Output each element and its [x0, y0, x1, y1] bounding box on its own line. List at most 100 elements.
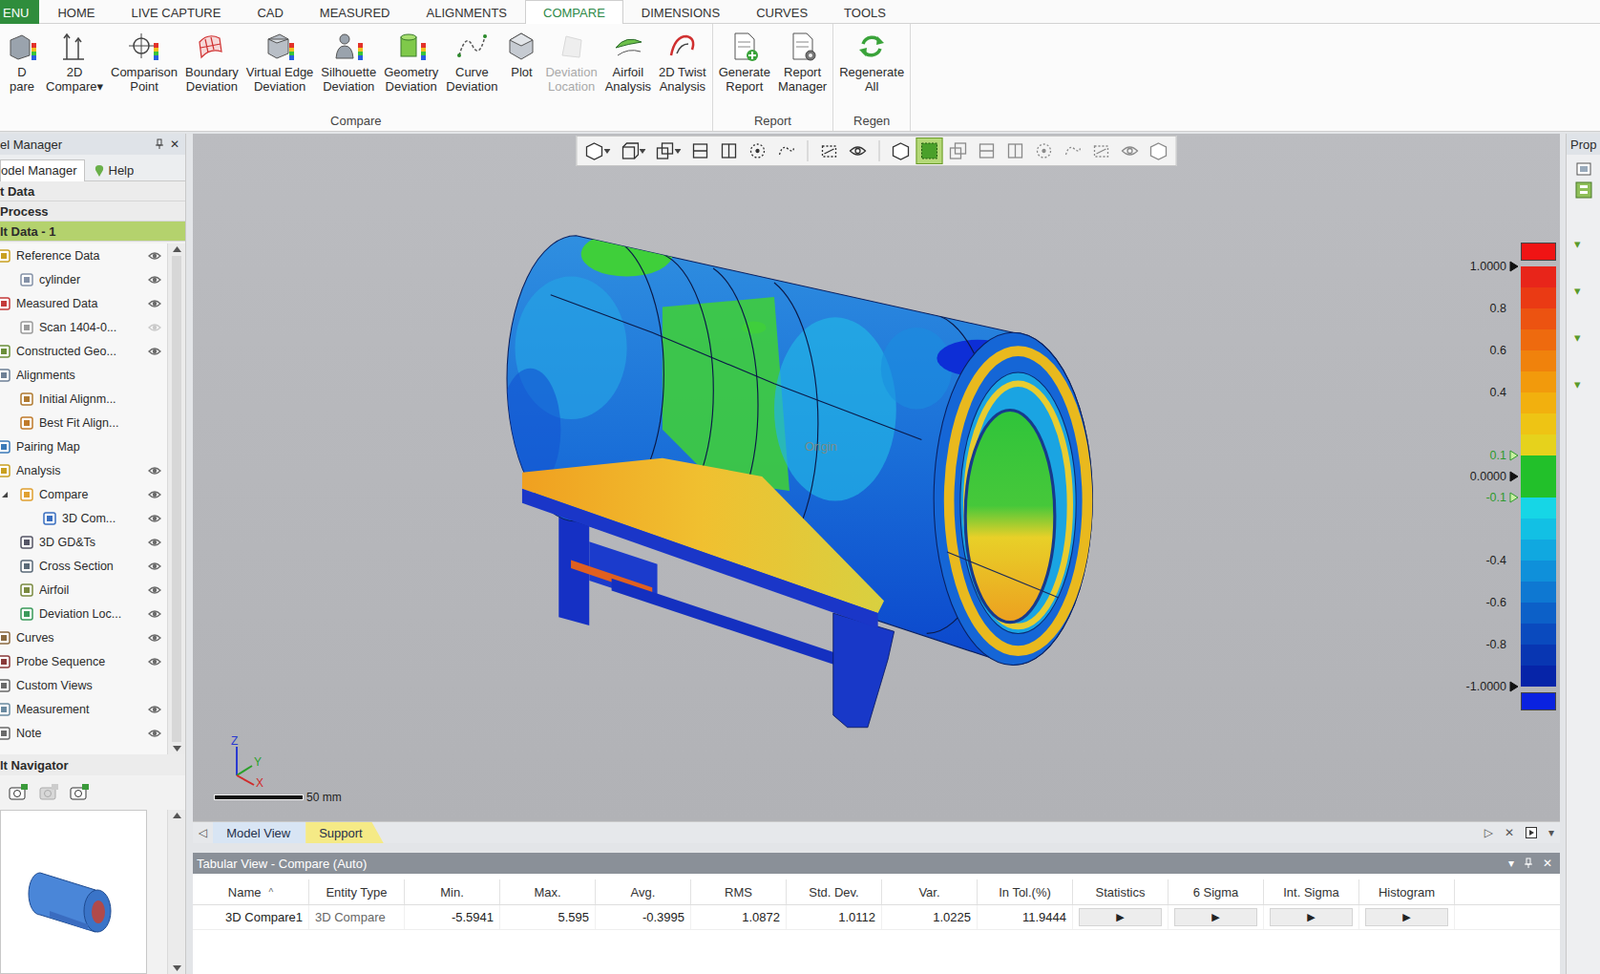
column-header[interactable]: Max.	[500, 879, 596, 905]
view-tool-button[interactable]	[916, 137, 944, 165]
play-button[interactable]: ▶	[1269, 907, 1353, 927]
legend-marker-icon[interactable]	[1509, 491, 1519, 504]
ribbon-tab[interactable]: COMPARE	[525, 0, 624, 24]
navigator-thumbnail[interactable]	[0, 809, 148, 974]
column-header[interactable]: 6 Sigma	[1168, 879, 1264, 905]
eye-icon[interactable]	[147, 250, 162, 262]
eye-icon[interactable]	[147, 345, 162, 358]
ribbon-button[interactable]: 2DCompare▾	[42, 27, 106, 96]
properties-list-icon[interactable]	[1575, 181, 1593, 199]
view-tool-button[interactable]	[945, 137, 972, 165]
manager-tab[interactable]: Help	[86, 159, 143, 182]
tree-item[interactable]: Best Fit Align...	[0, 410, 168, 435]
tree-item[interactable]: Airfoil	[0, 577, 168, 602]
view-tool-button[interactable]	[887, 137, 915, 165]
eye-icon[interactable]	[147, 631, 162, 644]
ribbon-tab[interactable]: DIMENSIONS	[623, 0, 738, 24]
ribbon-button[interactable]: Virtual EdgeDeviation	[243, 27, 317, 96]
ribbon-button[interactable]: CurveDeviation	[442, 27, 501, 96]
section-toggle[interactable]: ▾	[1574, 330, 1600, 345]
ribbon-tab[interactable]: TOOLS	[825, 0, 905, 24]
column-header[interactable]: RMS	[691, 879, 787, 905]
column-header[interactable]: Int. Sigma	[1263, 879, 1360, 905]
expanded-icon[interactable]	[0, 489, 10, 500]
eye-icon[interactable]	[147, 536, 162, 548]
ribbon-button[interactable]: SilhouetteDeviation	[317, 27, 379, 96]
column-header[interactable]: Entity Type	[309, 879, 405, 905]
tabular-menu[interactable]: ▾	[1508, 856, 1515, 870]
navigator-camera-icon[interactable]	[68, 782, 90, 802]
column-header[interactable]: Name^	[192, 879, 310, 905]
tree-section-row[interactable]: t Data	[0, 181, 186, 202]
eye-icon[interactable]	[147, 608, 162, 620]
tree-item[interactable]: Measured Data	[0, 291, 168, 316]
view-tool-button[interactable]	[581, 137, 615, 165]
view-tool-button[interactable]	[816, 137, 843, 165]
scroll-down-icon[interactable]	[172, 965, 182, 971]
eye-icon[interactable]	[147, 297, 162, 310]
tree-scrollbar[interactable]	[167, 243, 186, 755]
view-tool-button[interactable]	[1116, 137, 1144, 165]
tabs-menu[interactable]: ▾	[1542, 821, 1560, 843]
ribbon-tab[interactable]: CURVES	[737, 0, 826, 24]
pin-icon[interactable]	[154, 138, 165, 150]
section-toggle[interactable]: ▾	[1574, 377, 1600, 392]
navigator-camera-icon[interactable]	[7, 782, 29, 802]
tabular-close[interactable]: ✕	[1542, 856, 1553, 870]
play-button[interactable]: ▶	[1365, 907, 1449, 927]
tree-item[interactable]: Curves	[0, 625, 168, 650]
ribbon-button[interactable]: BoundaryDeviation	[182, 27, 242, 96]
properties-view-icon[interactable]	[1575, 160, 1593, 178]
legend-marker-icon[interactable]	[1509, 260, 1519, 273]
view-tool-button[interactable]	[844, 137, 872, 165]
close-button[interactable]: ✕	[169, 137, 180, 151]
tree-item[interactable]: Note	[0, 720, 168, 745]
tabs-control[interactable]: ✕	[1498, 821, 1520, 843]
scroll-thumb[interactable]	[171, 255, 182, 742]
ribbon-tab[interactable]: MEASURED	[301, 0, 409, 24]
eye-icon[interactable]	[147, 727, 162, 739]
view-tool-button[interactable]	[1031, 137, 1058, 165]
view-tool-button[interactable]	[1088, 137, 1116, 165]
file-menu-tab[interactable]: ENU	[0, 0, 40, 24]
dropdown-caret-icon[interactable]	[674, 148, 682, 154]
ribbon-button[interactable]: Plot	[502, 27, 541, 82]
tree-item[interactable]: Reference Data	[0, 243, 168, 268]
section-toggle[interactable]: ▾	[1574, 283, 1600, 298]
navigator-scrollbar[interactable]	[167, 809, 186, 974]
tree-item[interactable]: Constructed Geo...	[0, 338, 168, 363]
ribbon-button[interactable]: GenerateReport	[715, 27, 774, 96]
play-button[interactable]: ▶	[1174, 907, 1258, 927]
scroll-up-icon[interactable]	[172, 246, 182, 253]
ribbon-button[interactable]: AirfoilAnalysis	[602, 27, 654, 96]
view-tool-button[interactable]	[687, 137, 715, 165]
tree-section-row[interactable]: lt Data - 1	[0, 221, 186, 242]
eye-icon[interactable]	[147, 584, 162, 596]
view-tool-button[interactable]	[616, 137, 651, 165]
column-header[interactable]: Std. Dev.	[786, 879, 883, 905]
legend-marker-icon[interactable]	[1509, 449, 1519, 462]
tree-item[interactable]: Probe Sequence	[0, 649, 168, 674]
view-tool-button[interactable]	[1145, 137, 1173, 165]
ribbon-tab[interactable]: CAD	[238, 0, 301, 24]
ribbon-button[interactable]: DeviationLocation	[542, 27, 600, 96]
column-header[interactable]: In Tol.(%)	[977, 879, 1074, 905]
section-toggle[interactable]: ▾	[1574, 236, 1600, 252]
navigator-camera-icon[interactable]	[38, 782, 60, 802]
eye-icon[interactable]	[147, 464, 162, 477]
dropdown-caret-icon[interactable]	[639, 148, 647, 154]
document-tab[interactable]: Model View	[212, 821, 306, 843]
tree-item[interactable]: Pairing Map	[0, 434, 168, 459]
eye-icon[interactable]	[147, 488, 162, 501]
dropdown-caret-icon[interactable]	[604, 148, 611, 154]
ribbon-button[interactable]: Dpare	[2, 27, 42, 96]
eye-icon[interactable]	[147, 703, 162, 716]
tabs-float-button[interactable]	[1519, 821, 1543, 843]
tabs-scroll-left[interactable]: ◁	[192, 821, 213, 843]
tree-item[interactable]: Custom Views	[0, 673, 168, 697]
tree-item[interactable]: Deviation Loc...	[0, 601, 168, 626]
view-tool-button[interactable]	[715, 137, 743, 165]
view-tool-button[interactable]	[773, 137, 800, 165]
eye-icon[interactable]	[147, 512, 162, 525]
tabs-control[interactable]: ▷	[1478, 821, 1499, 843]
